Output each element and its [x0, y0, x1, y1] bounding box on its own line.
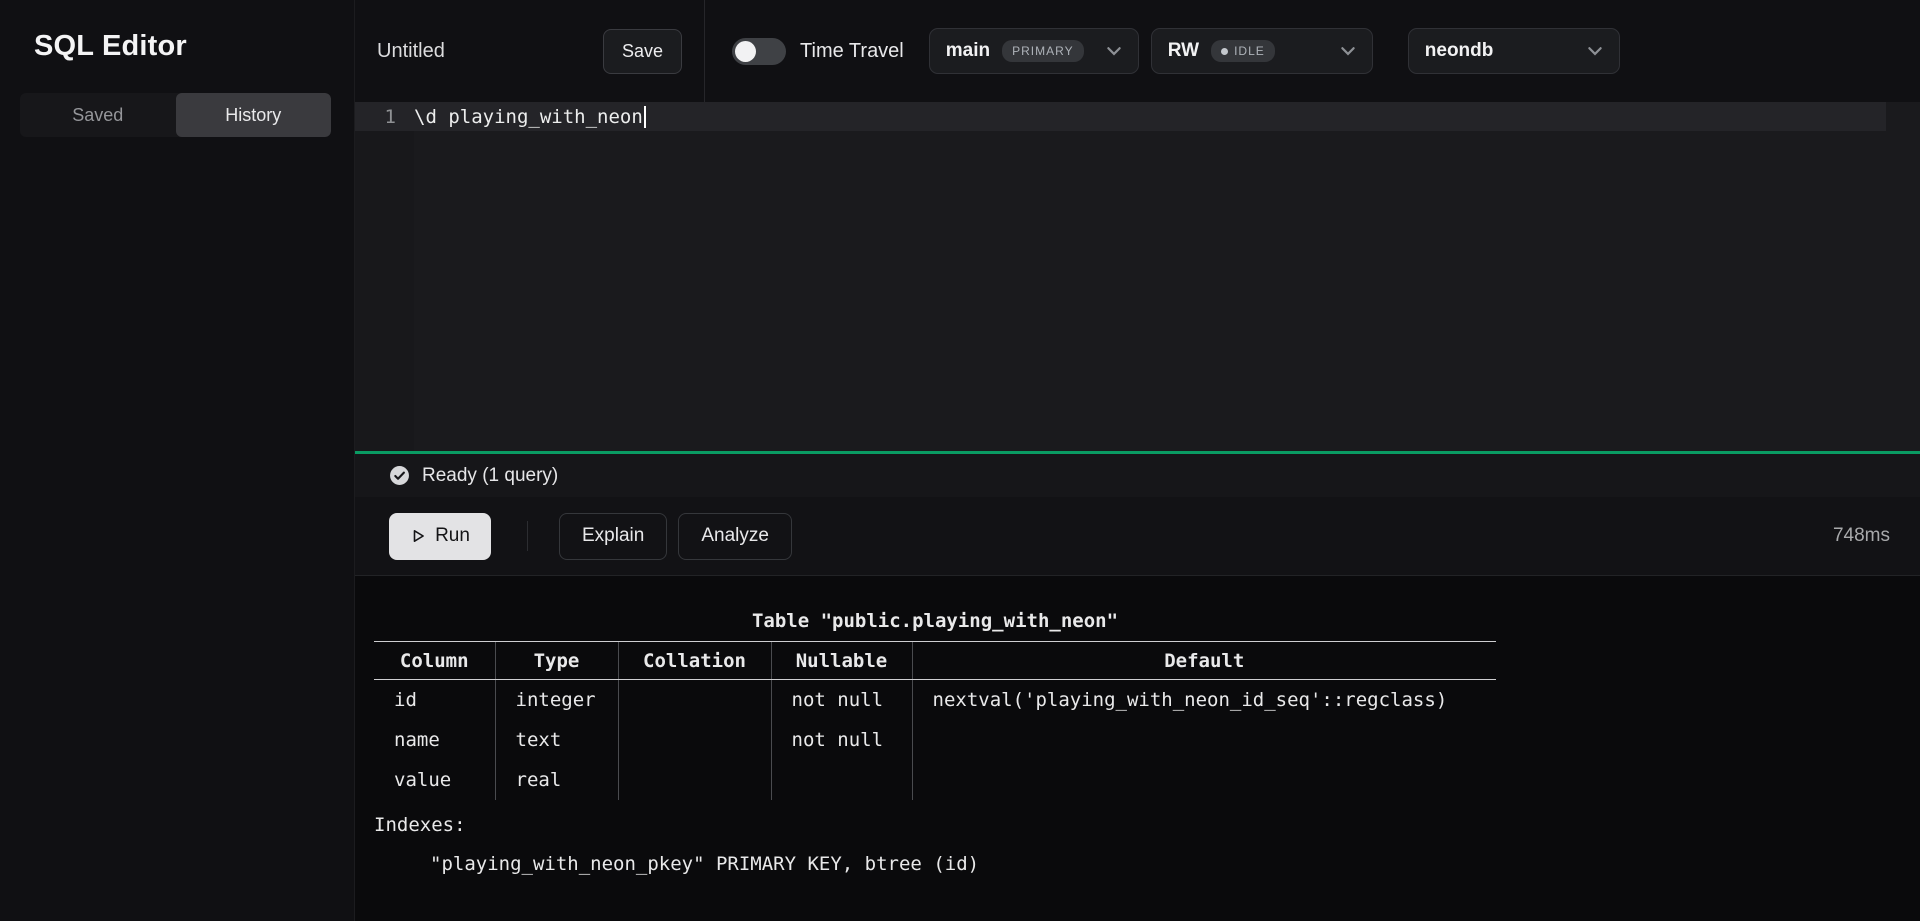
page-title: SQL Editor [34, 30, 320, 63]
run-button[interactable]: Run [389, 513, 491, 560]
sidebar-header: SQL Editor [0, 0, 354, 89]
results-column-header: Collation [618, 642, 771, 680]
table-cell [618, 720, 771, 760]
table-row: nametext not null [374, 720, 1496, 760]
sql-editor-app: SQL Editor Saved History Untitled Save T… [0, 0, 1920, 921]
database-select[interactable]: neondb [1408, 28, 1620, 74]
query-title[interactable]: Untitled [377, 40, 603, 63]
run-button-label: Run [435, 525, 470, 547]
table-cell [618, 680, 771, 720]
tab-saved[interactable]: Saved [20, 93, 176, 137]
explain-button[interactable]: Explain [559, 513, 667, 560]
table-cell: not null [771, 720, 912, 760]
editor-active-line[interactable]: 1 \d playing_with_neon [355, 102, 1886, 131]
table-cell: not null [771, 680, 912, 720]
time-travel-label: Time Travel [800, 40, 904, 63]
check-circle-icon [389, 465, 410, 486]
idle-badge: IDLE [1211, 40, 1275, 62]
primary-badge: PRIMARY [1002, 40, 1083, 62]
table-row: valuereal [374, 760, 1496, 800]
table-cell: integer [495, 680, 618, 720]
chevron-down-icon [1585, 41, 1605, 61]
sql-code-editor[interactable]: 1 \d playing_with_neon [355, 102, 1920, 451]
table-cell: text [495, 720, 618, 760]
editor-gutter [355, 102, 414, 451]
action-bar: Run Explain Analyze 748ms [355, 497, 1920, 576]
toggle-knob [735, 41, 756, 62]
results-header-row: ColumnTypeCollationNullableDefault [374, 642, 1496, 680]
tab-history[interactable]: History [176, 93, 332, 137]
compute-name: RW [1168, 40, 1199, 62]
table-cell [912, 760, 1496, 800]
table-cell [618, 760, 771, 800]
line-number: 1 [355, 106, 414, 128]
save-button[interactable]: Save [603, 29, 682, 74]
table-cell: value [374, 760, 495, 800]
table-cell: nextval('playing_with_neon_id_seq'::regc… [912, 680, 1496, 720]
chevron-down-icon [1338, 41, 1358, 61]
topbar: Untitled Save Time Travel main PRIMARY R… [355, 0, 1920, 102]
database-name: neondb [1425, 40, 1494, 62]
topbar-divider [704, 0, 705, 102]
branch-name: main [946, 40, 990, 62]
results-column-header: Column [374, 642, 495, 680]
index-entry: "playing_with_neon_pkey" PRIMARY KEY, bt… [374, 845, 1920, 884]
analyze-button[interactable]: Analyze [678, 513, 792, 560]
compute-select[interactable]: RW IDLE [1151, 28, 1373, 74]
action-divider [527, 521, 528, 551]
results-panel: Table "public.playing_with_neon" ColumnT… [355, 576, 1920, 921]
play-icon [410, 528, 426, 544]
ready-status-text: Ready (1 query) [422, 465, 558, 487]
table-cell [771, 760, 912, 800]
table-cell: real [495, 760, 618, 800]
results-column-header: Default [912, 642, 1496, 680]
status-bar: Ready (1 query) [355, 451, 1920, 497]
table-cell: id [374, 680, 495, 720]
text-cursor [644, 106, 646, 128]
sidebar: SQL Editor Saved History [0, 0, 355, 921]
time-travel-toggle[interactable] [732, 38, 786, 65]
results-title: Table "public.playing_with_neon" [374, 602, 1496, 641]
saved-history-tab-group: Saved History [20, 93, 331, 137]
code-line: \d playing_with_neon [414, 106, 643, 128]
query-duration: 748ms [1833, 525, 1890, 547]
results-table: ColumnTypeCollationNullableDefault idint… [374, 641, 1496, 800]
chevron-down-icon [1104, 41, 1124, 61]
branch-select[interactable]: main PRIMARY [929, 28, 1139, 74]
table-cell [912, 720, 1496, 760]
compute-status: IDLE [1234, 44, 1265, 58]
status-dot-icon [1221, 48, 1228, 55]
table-cell: name [374, 720, 495, 760]
indexes-list: "playing_with_neon_pkey" PRIMARY KEY, bt… [374, 845, 1920, 884]
results-column-header: Type [495, 642, 618, 680]
main-panel: Untitled Save Time Travel main PRIMARY R… [355, 0, 1920, 921]
results-column-header: Nullable [771, 642, 912, 680]
table-row: idinteger not nullnextval('playing_with_n… [374, 680, 1496, 720]
indexes-label: Indexes: [374, 806, 1920, 845]
